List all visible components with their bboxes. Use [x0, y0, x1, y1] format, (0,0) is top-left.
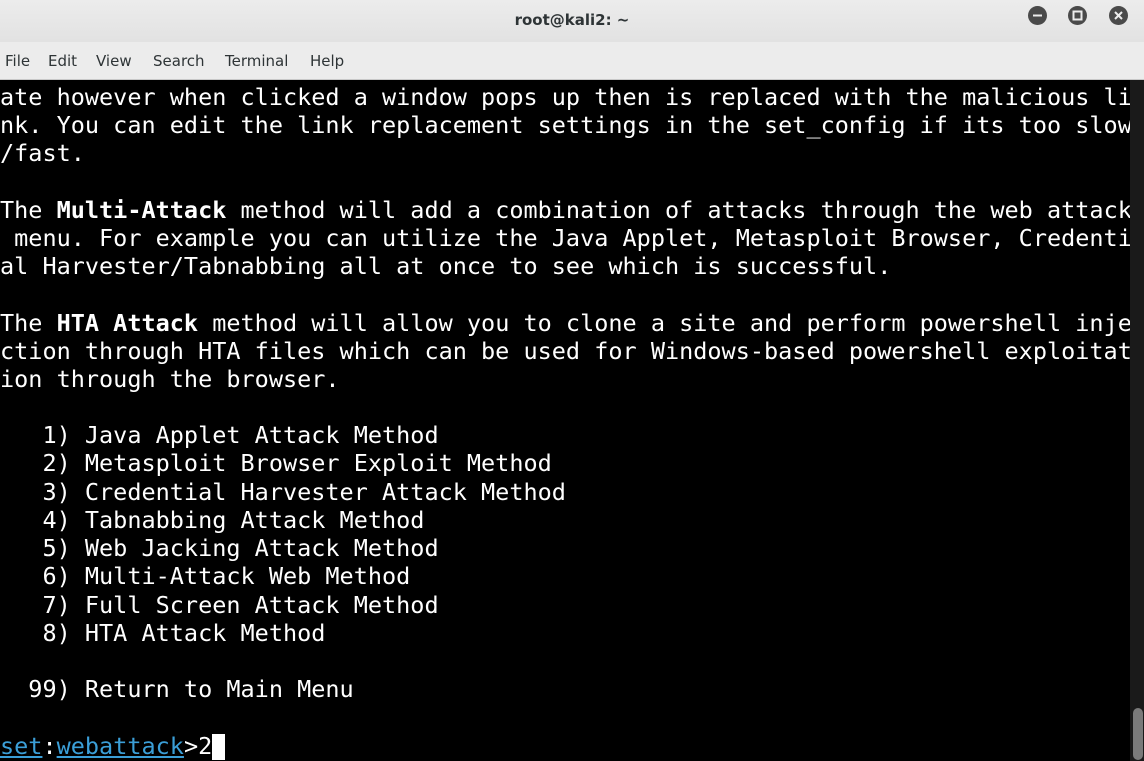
output-line: nk. You can edit the link replacement se…: [0, 111, 1130, 139]
output-line: The Multi-Attack method will add a combi…: [0, 196, 1130, 224]
minimize-button[interactable]: [1028, 6, 1047, 25]
scrollbar[interactable]: [1130, 80, 1144, 761]
menu-terminal[interactable]: Terminal: [225, 52, 288, 70]
scrollbar-thumb[interactable]: [1133, 708, 1143, 760]
output-line: ate however when clicked a window pops u…: [0, 83, 1130, 111]
output-line: ion through the browser.: [0, 365, 340, 393]
output-text: The: [0, 309, 57, 337]
menu-help[interactable]: Help: [310, 52, 344, 70]
menu-option: 4) Tabnabbing Attack Method: [0, 506, 425, 534]
command-prompt[interactable]: set:webattack>2: [0, 732, 226, 760]
menu-edit[interactable]: Edit: [48, 52, 77, 70]
prompt-input[interactable]: 2: [198, 732, 212, 760]
menu-bar: File Edit View Search Terminal Help: [0, 42, 1144, 80]
prompt-gt: >: [183, 732, 199, 760]
minimize-icon: [1033, 14, 1042, 17]
title-bar[interactable]: root@kali2: ~: [0, 0, 1144, 42]
output-text: method will allow you to clone a site an…: [198, 309, 1130, 337]
menu-option: 2) Metasploit Browser Exploit Method: [0, 449, 552, 477]
terminal-window: root@kali2: ~ File Edit View Search Term…: [0, 0, 1144, 761]
maximize-icon: [1072, 10, 1083, 21]
output-line: menu. For example you can utilize the Ja…: [0, 224, 1130, 252]
terminal-output[interactable]: ate however when clicked a window pops u…: [0, 80, 1130, 761]
menu-option: 8) HTA Attack Method: [0, 619, 326, 647]
menu-search[interactable]: Search: [153, 52, 205, 70]
prompt-module: webattack: [56, 732, 184, 760]
menu-option: 1) Java Applet Attack Method: [0, 421, 439, 449]
bold-term: Multi-Attack: [56, 196, 227, 224]
window-title: root@kali2: ~: [514, 11, 630, 29]
output-text: The: [0, 196, 57, 224]
menu-option: 6) Multi-Attack Web Method: [0, 562, 411, 590]
close-icon: [1114, 11, 1123, 20]
menu-file[interactable]: File: [5, 52, 30, 70]
menu-option-return: 99) Return to Main Menu: [0, 675, 354, 703]
menu-option: 7) Full Screen Attack Method: [0, 591, 439, 619]
output-line: The HTA Attack method will allow you to …: [0, 309, 1130, 337]
maximize-button[interactable]: [1068, 6, 1087, 25]
output-line: ction through HTA files which can be use…: [0, 337, 1130, 365]
prompt-set: set: [0, 732, 43, 760]
output-text: method will add a combination of attacks…: [226, 196, 1130, 224]
menu-view[interactable]: View: [96, 52, 132, 70]
menu-option: 5) Web Jacking Attack Method: [0, 534, 439, 562]
menu-option: 3) Credential Harvester Attack Method: [0, 478, 566, 506]
bold-term: HTA Attack: [56, 309, 199, 337]
prompt-separator: :: [42, 732, 57, 760]
text-cursor: [212, 734, 226, 760]
output-line: al Harvester/Tabnabbing all at once to s…: [0, 252, 892, 280]
close-button[interactable]: [1109, 6, 1128, 25]
output-line: /fast.: [0, 139, 85, 167]
